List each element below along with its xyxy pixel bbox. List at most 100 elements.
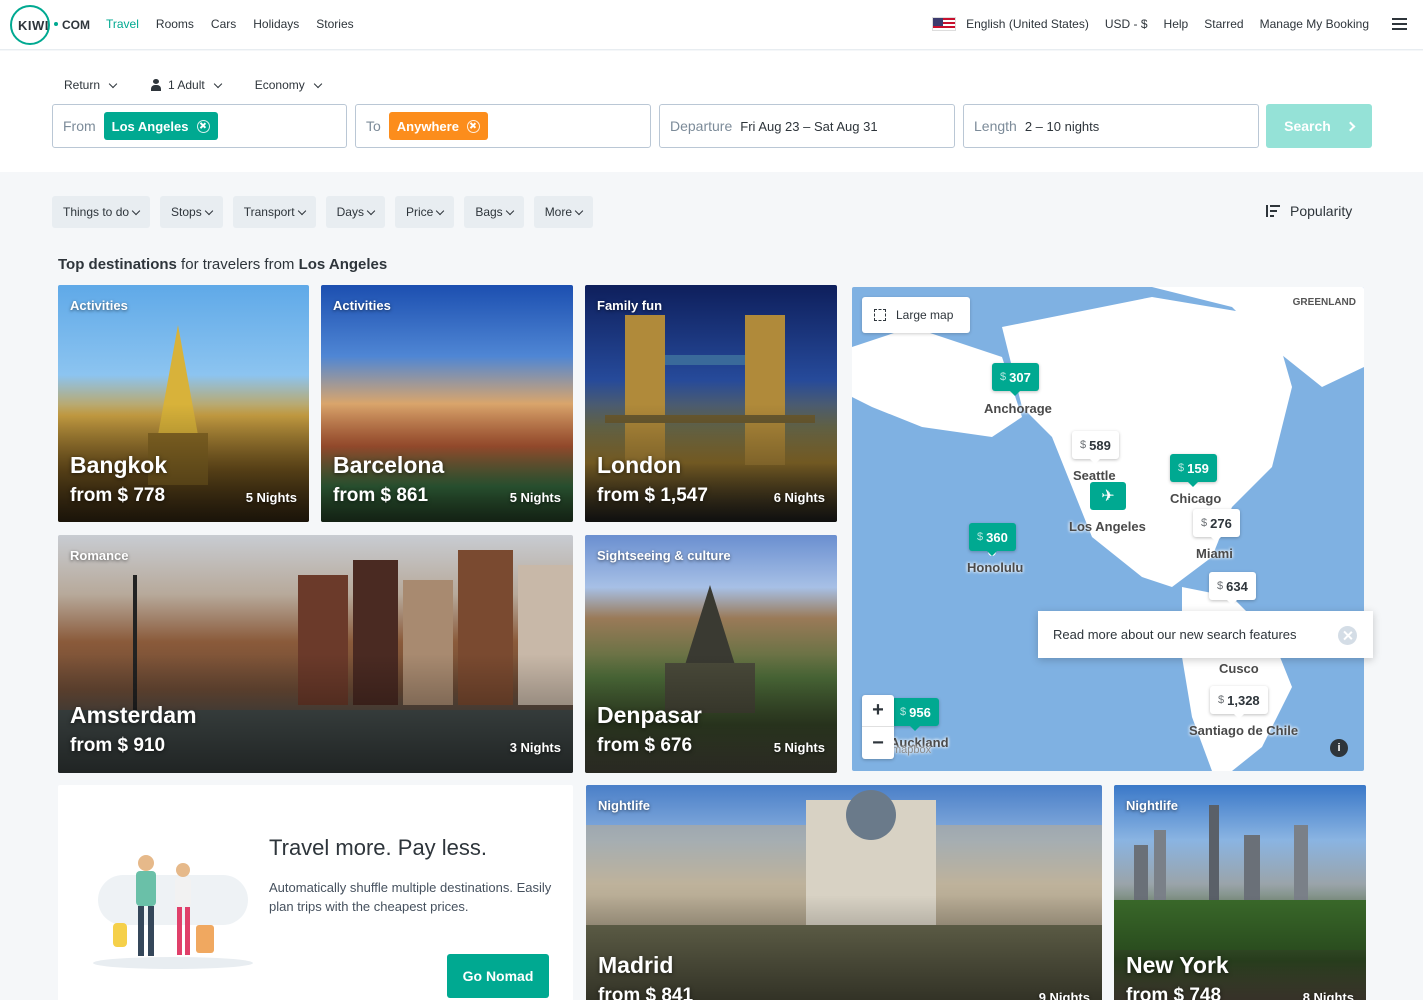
filter-bar: Things to do Stops Transport Days Price … bbox=[52, 196, 594, 228]
map-price-pin[interactable]: $276 bbox=[1193, 509, 1240, 542]
from-chip-label: Los Angeles bbox=[111, 118, 189, 134]
nomad-title: Travel more. Pay less. bbox=[269, 835, 488, 860]
card-category: Nightlife bbox=[1126, 798, 1178, 813]
nav-stories[interactable]: Stories bbox=[316, 17, 353, 31]
card-city: Denpasar bbox=[597, 702, 702, 728]
hamburger-menu-icon[interactable] bbox=[1392, 18, 1407, 30]
destination-card-bangkok[interactable]: Activities Bangkok from $ 778 5 Nights bbox=[58, 285, 309, 522]
to-chip[interactable]: Anywhere bbox=[388, 112, 488, 140]
manage-booking-link[interactable]: Manage My Booking bbox=[1260, 17, 1369, 31]
to-field[interactable]: To Anywhere bbox=[355, 104, 651, 148]
pin-price: 1,328 bbox=[1227, 692, 1260, 708]
nav-rooms[interactable]: Rooms bbox=[156, 17, 194, 31]
nav-travel[interactable]: Travel bbox=[106, 17, 139, 31]
help-link[interactable]: Help bbox=[1164, 17, 1189, 31]
chevron-down-icon bbox=[204, 206, 213, 215]
passengers-select[interactable]: 1 Adult bbox=[150, 78, 222, 92]
length-value: 2 – 10 nights bbox=[1024, 118, 1100, 134]
card-city: Bangkok bbox=[70, 452, 168, 478]
from-chip[interactable]: Los Angeles bbox=[103, 112, 218, 140]
pin-currency: $ bbox=[900, 706, 907, 718]
remove-icon[interactable] bbox=[196, 119, 210, 133]
card-price: from $ 1,547 bbox=[597, 485, 708, 506]
zoom-out-button[interactable]: − bbox=[862, 727, 894, 759]
map-city-label: Anchorage bbox=[984, 401, 1052, 416]
destination-card-denpasar[interactable]: Sightseeing & culture Denpasar from $ 67… bbox=[585, 535, 837, 773]
filter-more[interactable]: More bbox=[533, 196, 594, 228]
starred-link[interactable]: Starred bbox=[1204, 17, 1243, 31]
card-price: from $ 841 bbox=[598, 985, 694, 1000]
zoom-in-button[interactable]: + bbox=[862, 695, 894, 727]
sort-icon bbox=[1266, 205, 1280, 217]
close-icon[interactable] bbox=[1338, 626, 1357, 645]
nav-cars[interactable]: Cars bbox=[211, 17, 236, 31]
card-category: Activities bbox=[333, 298, 391, 313]
chevron-down-icon bbox=[131, 206, 141, 215]
pin-price: 634 bbox=[1226, 578, 1248, 594]
map-attribution: mapbox bbox=[892, 744, 932, 756]
card-city: Barcelona bbox=[333, 452, 445, 478]
chevron-down-icon bbox=[213, 79, 222, 88]
destination-card-amsterdam[interactable]: Romance Amsterdam from $ 910 3 Nights bbox=[58, 535, 573, 773]
destination-card-madrid[interactable]: Nightlife Madrid from $ 841 9 Nights bbox=[586, 785, 1102, 1000]
card-nights: 5 Nights bbox=[509, 490, 561, 505]
destinations-map[interactable]: GREENLAND Large map $307 Anchorage $589 … bbox=[852, 287, 1364, 771]
destination-card-new-york[interactable]: Nightlife New York from $ 748 8 Nights bbox=[1114, 785, 1366, 1000]
chevron-down-icon bbox=[436, 206, 445, 215]
us-flag-icon[interactable] bbox=[932, 17, 957, 31]
pin-price: 956 bbox=[909, 704, 931, 720]
logo-text: KIWI bbox=[18, 18, 49, 33]
expand-icon bbox=[874, 309, 886, 321]
card-city: New York bbox=[1126, 952, 1229, 978]
cabin-select[interactable]: Economy bbox=[254, 78, 323, 92]
large-map-button[interactable]: Large map bbox=[862, 297, 970, 333]
nav-holidays[interactable]: Holidays bbox=[253, 17, 299, 31]
card-price: from $ 861 bbox=[333, 485, 429, 506]
filter-label: Things to do bbox=[63, 205, 130, 219]
origin-airplane-icon[interactable]: ✈ bbox=[1090, 482, 1126, 510]
filter-stops[interactable]: Stops bbox=[160, 196, 223, 228]
kiwi-logo[interactable]: KIWI COM bbox=[10, 5, 94, 45]
destination-card-barcelona[interactable]: Activities Barcelona from $ 861 5 Nights bbox=[321, 285, 573, 522]
filter-bags[interactable]: Bags bbox=[464, 196, 524, 228]
card-price: from $ 778 bbox=[70, 485, 166, 506]
sort-selector[interactable]: Popularity bbox=[1266, 203, 1352, 219]
search-button[interactable]: Search bbox=[1266, 104, 1372, 148]
cabin-label: Economy bbox=[254, 78, 305, 92]
map-price-pin[interactable]: $589 bbox=[1072, 431, 1119, 464]
trip-type-select[interactable]: Return bbox=[64, 78, 118, 92]
length-field[interactable]: Length 2 – 10 nights bbox=[963, 104, 1259, 148]
filter-things-to-do[interactable]: Things to do bbox=[52, 196, 151, 228]
tooltip-text: Read more about our new search features bbox=[1053, 627, 1297, 642]
currency-selector[interactable]: USD - $ bbox=[1105, 17, 1148, 31]
chevron-down-icon bbox=[574, 206, 584, 215]
search-features-tooltip[interactable]: Read more about our new search features bbox=[1038, 611, 1373, 658]
remove-icon[interactable] bbox=[466, 119, 480, 133]
map-price-pin[interactable]: $307 bbox=[992, 363, 1039, 396]
from-field[interactable]: From Los Angeles bbox=[52, 104, 347, 148]
pin-currency: $ bbox=[1178, 462, 1185, 474]
pin-currency: $ bbox=[1217, 580, 1224, 592]
pin-price: 276 bbox=[1210, 515, 1232, 531]
card-city: Amsterdam bbox=[70, 702, 197, 728]
map-price-pin[interactable]: $159 bbox=[1170, 454, 1217, 487]
filter-price[interactable]: Price bbox=[394, 196, 455, 228]
filter-days[interactable]: Days bbox=[325, 196, 385, 228]
card-city: London bbox=[597, 452, 682, 478]
top-navigation-bar: KIWI COM Travel Rooms Cars Holidays Stor… bbox=[0, 0, 1423, 50]
filter-transport[interactable]: Transport bbox=[232, 196, 316, 228]
map-price-pin[interactable]: $360 bbox=[969, 523, 1016, 556]
logo-suffix: COM bbox=[62, 18, 90, 32]
destination-card-london[interactable]: Family fun London from $ 1,547 6 Nights bbox=[585, 285, 837, 522]
map-price-pin[interactable]: $956 bbox=[892, 698, 939, 731]
filter-label: Price bbox=[405, 205, 434, 219]
map-price-pin[interactable]: $634 bbox=[1209, 572, 1256, 605]
language-selector[interactable]: English (United States) bbox=[966, 17, 1089, 31]
search-form: Return 1 Adult Economy From Los Angeles … bbox=[0, 51, 1423, 172]
info-icon[interactable]: i bbox=[1330, 739, 1348, 757]
pin-price: 360 bbox=[986, 529, 1008, 545]
departure-field[interactable]: Departure Fri Aug 23 – Sat Aug 31 bbox=[659, 104, 955, 148]
map-price-pin[interactable]: $1,328 bbox=[1210, 686, 1268, 719]
go-nomad-button[interactable]: Go Nomad bbox=[447, 954, 549, 998]
card-city: Madrid bbox=[598, 952, 674, 978]
